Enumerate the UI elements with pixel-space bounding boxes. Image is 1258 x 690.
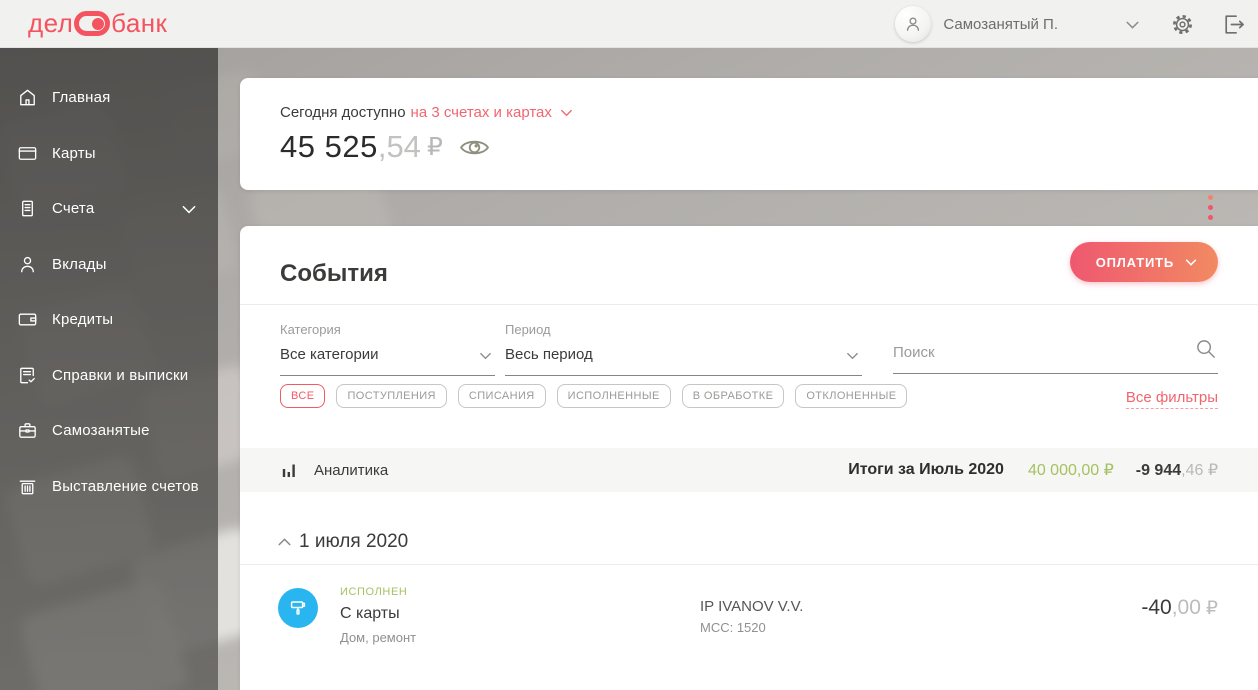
sidebar-item-label: Кредиты bbox=[52, 311, 114, 329]
bank-logo[interactable]: дел банк bbox=[28, 8, 167, 39]
gear-icon[interactable] bbox=[1170, 12, 1195, 37]
chip-outgoing[interactable]: СПИСАНИЯ bbox=[457, 384, 546, 408]
currency-symbol: ₽ bbox=[426, 133, 443, 161]
chevron-down-icon bbox=[480, 352, 491, 360]
category-value: Все категории bbox=[280, 346, 379, 363]
category-select[interactable]: Категория Все категории bbox=[280, 322, 495, 376]
logo-text-right: банк bbox=[111, 8, 168, 38]
divider bbox=[240, 564, 1258, 565]
analytics-row: Аналитика Итоги за Июль 2020 40 000,00 ₽… bbox=[240, 448, 1258, 492]
accounts-dropdown-link[interactable]: на 3 счетах и картах bbox=[411, 104, 574, 121]
chip-incoming[interactable]: ПОСТУПЛЕНИЯ bbox=[336, 384, 447, 408]
sidebar-item-label: Справки и выписки bbox=[52, 366, 189, 384]
chevron-down-icon bbox=[561, 109, 572, 117]
divider bbox=[240, 304, 1258, 305]
chip-all[interactable]: ВСЕ bbox=[280, 384, 326, 408]
chip-processing[interactable]: В ОБРАБОТКЕ bbox=[681, 384, 785, 408]
top-header: дел банк Самозанятый П. bbox=[0, 0, 1258, 48]
chevron-down-icon[interactable] bbox=[180, 200, 198, 218]
chip-declined[interactable]: ОТКЛОНЕННЫЕ bbox=[795, 384, 908, 408]
period-select[interactable]: Период Весь период bbox=[505, 322, 862, 376]
person-icon bbox=[907, 17, 920, 31]
sidebar-item-cards[interactable]: Карты bbox=[0, 126, 218, 182]
user-name[interactable]: Самозанятый П. bbox=[943, 16, 1058, 33]
date-group-label: 1 июля 2020 bbox=[299, 531, 409, 552]
sidebar-item-label: Карты bbox=[52, 144, 96, 162]
paint-roller-icon bbox=[278, 588, 318, 628]
events-card: События ОПЛАТИТЬ Категория Все категории… bbox=[240, 226, 1258, 690]
sidebar-item-credits[interactable]: Кредиты bbox=[0, 292, 218, 348]
sidebar-item-label: Счета bbox=[52, 200, 95, 218]
eye-icon[interactable] bbox=[459, 136, 490, 159]
balance-label: Сегодня доступно bbox=[280, 104, 406, 121]
logo-text-left: дел bbox=[28, 8, 74, 38]
balance-amount-fraction: ,54 bbox=[377, 129, 421, 164]
logo-toggle-icon bbox=[74, 11, 111, 36]
wallet-icon bbox=[15, 308, 39, 332]
sidebar: Главная Карты Счета Вклады Кредиты Справ… bbox=[0, 48, 218, 690]
search-field bbox=[893, 322, 1218, 374]
header-user-area: Самозанятый П. bbox=[895, 0, 1258, 48]
logout-icon[interactable] bbox=[1221, 12, 1246, 37]
home-icon bbox=[15, 86, 39, 110]
period-value: Весь период bbox=[505, 346, 593, 363]
sidebar-item-label: Вклады bbox=[52, 255, 107, 273]
balance-amount: 45 525 bbox=[280, 129, 378, 164]
transaction-counterparty: IP IVANOV V.V. bbox=[700, 598, 804, 615]
briefcase-icon bbox=[15, 419, 39, 443]
sidebar-item-statements[interactable]: Справки и выписки bbox=[0, 348, 218, 404]
document-check-icon bbox=[15, 363, 39, 387]
analytics-label: Аналитика bbox=[314, 461, 389, 479]
chevron-up-icon bbox=[278, 537, 291, 545]
search-input[interactable] bbox=[893, 344, 1218, 374]
person-icon bbox=[15, 252, 39, 276]
kebab-menu[interactable] bbox=[1208, 195, 1213, 225]
chevron-down-icon[interactable] bbox=[1124, 16, 1141, 33]
transaction-amount: -40,00 ₽ bbox=[1141, 596, 1218, 619]
transaction-status: ИСПОЛНЕН bbox=[340, 586, 408, 598]
category-label: Категория bbox=[280, 322, 341, 337]
filter-chips: ВСЕ ПОСТУПЛЕНИЯ СПИСАНИЯ ИСПОЛНЕННЫЕ В О… bbox=[280, 384, 908, 408]
sidebar-item-deposits[interactable]: Вклады bbox=[0, 237, 218, 293]
bar-chart-icon bbox=[282, 464, 295, 477]
chevron-down-icon bbox=[1185, 259, 1197, 266]
expense-total: -9 944,46 ₽ bbox=[1135, 462, 1218, 479]
sidebar-item-self-employed[interactable]: Самозанятые bbox=[0, 403, 218, 459]
events-title: События bbox=[280, 260, 388, 287]
transaction-row[interactable]: ИСПОЛНЕН С карты Дом, ремонт IP IVANOV V… bbox=[240, 584, 1258, 664]
date-group-header[interactable]: 1 июля 2020 bbox=[276, 531, 408, 553]
period-label: Период bbox=[505, 322, 551, 337]
transaction-title: С карты bbox=[340, 605, 400, 622]
income-total: 40 000,00 ₽ bbox=[1027, 462, 1114, 479]
transaction-mcc: MCC: 1520 bbox=[700, 620, 766, 635]
sidebar-item-label: Главная bbox=[52, 89, 111, 107]
sidebar-item-label: Самозанятые bbox=[52, 422, 150, 440]
all-filters-link[interactable]: Все фильтры bbox=[1125, 389, 1218, 409]
transaction-category: Дом, ремонт bbox=[340, 630, 417, 645]
receipt-icon bbox=[15, 474, 39, 498]
search-icon[interactable] bbox=[1195, 338, 1218, 361]
card-icon bbox=[15, 141, 39, 165]
chip-executed[interactable]: ИСПОЛНЕННЫЕ bbox=[556, 384, 671, 408]
sidebar-item-home[interactable]: Главная bbox=[0, 70, 218, 126]
document-icon bbox=[15, 197, 39, 221]
chevron-down-icon bbox=[847, 352, 858, 360]
sidebar-item-label: Выставление счетов bbox=[52, 477, 199, 495]
totals-label: Итоги за Июль 2020 bbox=[848, 461, 1004, 478]
sidebar-item-invoicing[interactable]: Выставление счетов bbox=[0, 459, 218, 515]
user-avatar[interactable] bbox=[895, 6, 932, 42]
pay-button[interactable]: ОПЛАТИТЬ bbox=[1069, 242, 1218, 282]
sidebar-item-accounts[interactable]: Счета bbox=[0, 181, 218, 237]
balance-card: Сегодня доступно на 3 счетах и картах 45… bbox=[240, 78, 1258, 220]
analytics-link[interactable]: Аналитика bbox=[280, 461, 388, 479]
